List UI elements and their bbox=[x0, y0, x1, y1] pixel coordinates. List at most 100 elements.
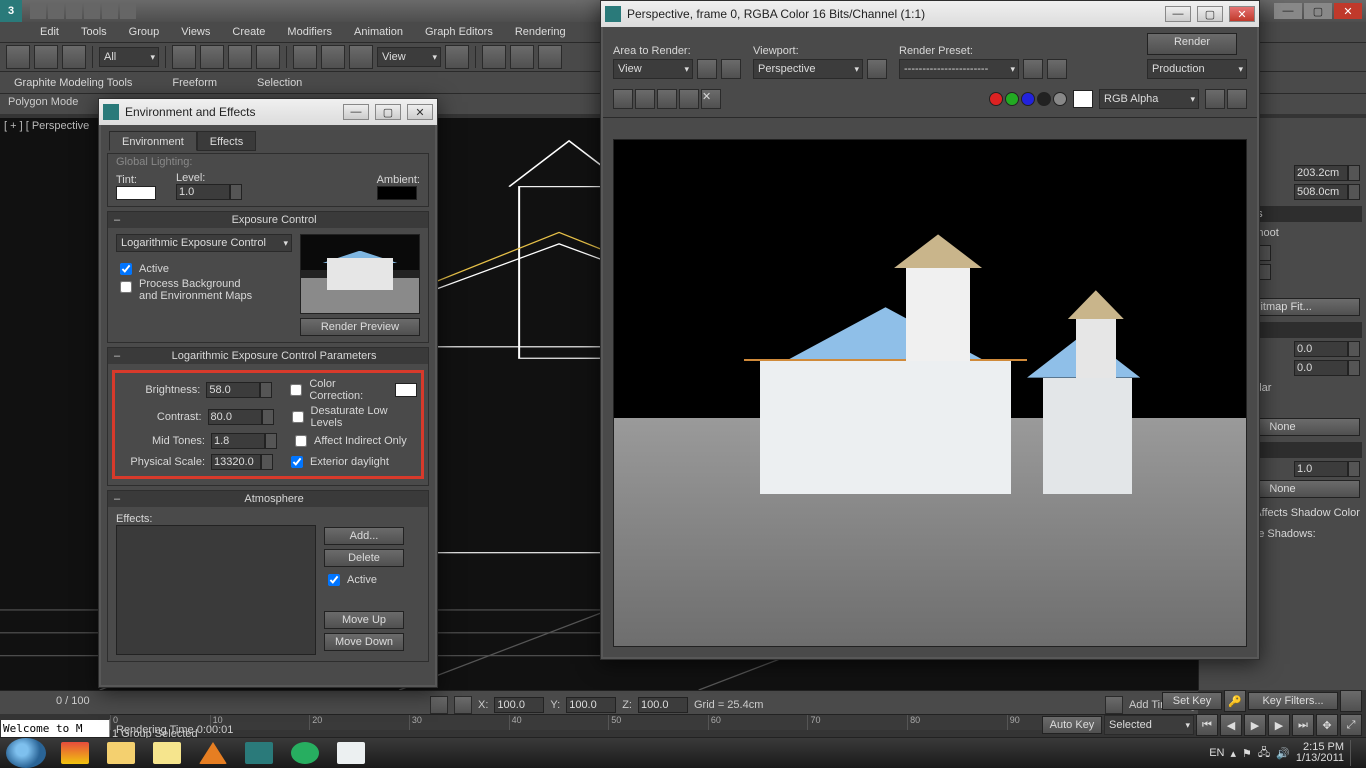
select-name-icon[interactable] bbox=[200, 45, 224, 69]
angle-snap-icon[interactable] bbox=[538, 45, 562, 69]
chk-exposure-active[interactable] bbox=[120, 263, 132, 275]
spinner-icon[interactable] bbox=[260, 382, 272, 398]
show-desktop-button[interactable] bbox=[1350, 740, 1358, 766]
ribbon-tab-selection[interactable]: Selection bbox=[257, 77, 302, 89]
tray-chevron-icon[interactable]: ▴ bbox=[1231, 747, 1237, 760]
rollup-atmosphere[interactable]: Atmosphere bbox=[108, 491, 428, 507]
menu-group[interactable]: Group bbox=[129, 26, 160, 38]
selection-filter-dropdown[interactable]: All bbox=[99, 47, 159, 67]
clone-window-icon[interactable] bbox=[657, 89, 677, 109]
spinner-icon[interactable] bbox=[1348, 341, 1360, 357]
task-3dsmax-icon[interactable] bbox=[236, 740, 282, 766]
rollup-exposure-control[interactable]: Exposure Control bbox=[108, 212, 428, 228]
coord-z[interactable] bbox=[638, 697, 688, 713]
task-explorer-icon[interactable] bbox=[98, 740, 144, 766]
move-icon[interactable] bbox=[293, 45, 317, 69]
qat-save-icon[interactable] bbox=[66, 3, 82, 19]
keymode-dropdown[interactable]: Selected bbox=[1104, 715, 1194, 735]
tab-environment[interactable]: Environment bbox=[109, 131, 197, 151]
qat-redo-icon[interactable] bbox=[102, 3, 118, 19]
app-close-icon[interactable]: ✕ bbox=[1334, 3, 1362, 19]
level-field[interactable] bbox=[176, 184, 230, 200]
tab-effects[interactable]: Effects bbox=[197, 131, 256, 151]
atm-movedown-button[interactable]: Move Down bbox=[324, 633, 404, 651]
render-canvas[interactable] bbox=[613, 139, 1247, 647]
coord-x[interactable] bbox=[494, 697, 544, 713]
timetag-icon[interactable] bbox=[1105, 696, 1123, 714]
key-icon[interactable]: 🔑 bbox=[1224, 690, 1246, 712]
channel-green-icon[interactable] bbox=[1005, 92, 1019, 106]
print-image-icon[interactable] bbox=[679, 89, 699, 109]
task-chrome-icon[interactable] bbox=[52, 740, 98, 766]
save-image-icon[interactable] bbox=[613, 89, 633, 109]
region-edit-icon[interactable] bbox=[697, 59, 717, 79]
atm-delete-button[interactable]: Delete bbox=[324, 549, 404, 567]
env-close-icon[interactable]: ✕ bbox=[407, 104, 433, 120]
start-field[interactable] bbox=[1294, 165, 1348, 181]
spinner-icon[interactable] bbox=[1348, 165, 1360, 181]
ss-field[interactable] bbox=[1294, 341, 1348, 357]
channel-alpha-icon[interactable] bbox=[1037, 92, 1051, 106]
rotate-icon[interactable] bbox=[321, 45, 345, 69]
env-minimize-icon[interactable]: — bbox=[343, 104, 369, 120]
window-crossing-icon[interactable] bbox=[256, 45, 280, 69]
select-manip-icon[interactable] bbox=[482, 45, 506, 69]
start-button-icon[interactable] bbox=[6, 738, 46, 768]
atmosphere-effects-list[interactable] bbox=[116, 525, 316, 655]
menu-create[interactable]: Create bbox=[232, 26, 265, 38]
absolute-icon[interactable] bbox=[454, 696, 472, 714]
area-to-render-dropdown[interactable]: View bbox=[613, 59, 693, 79]
color-corr-swatch[interactable] bbox=[395, 383, 417, 397]
spinner-icon[interactable] bbox=[265, 433, 277, 449]
set-key-button[interactable]: Set Key bbox=[1162, 692, 1222, 710]
qat-undo-icon[interactable] bbox=[84, 3, 100, 19]
chk-exterior-daylight[interactable] bbox=[291, 456, 303, 468]
task-paint-icon[interactable] bbox=[328, 740, 374, 766]
midtones-field[interactable] bbox=[211, 433, 265, 449]
end-field[interactable] bbox=[1294, 184, 1348, 200]
auto-key-button[interactable]: Auto Key bbox=[1042, 716, 1102, 734]
atm-moveup-button[interactable]: Move Up bbox=[324, 611, 404, 629]
menu-tools[interactable]: Tools bbox=[81, 26, 107, 38]
task-utorrent-icon[interactable] bbox=[282, 740, 328, 766]
render-button[interactable]: Render bbox=[1147, 33, 1237, 55]
copy-image-icon[interactable] bbox=[635, 89, 655, 109]
select-region-icon[interactable] bbox=[228, 45, 252, 69]
chk-affect-indirect[interactable] bbox=[295, 435, 307, 447]
play-icon[interactable]: ▶ bbox=[1244, 714, 1266, 736]
nav-pan-icon[interactable]: ✥ bbox=[1316, 714, 1338, 736]
environ-dialog-icon[interactable] bbox=[1047, 59, 1067, 79]
spinner-icon[interactable] bbox=[230, 184, 242, 200]
select-icon[interactable] bbox=[172, 45, 196, 69]
app-maximize-icon[interactable]: ▢ bbox=[1304, 3, 1332, 19]
qat-open-icon[interactable] bbox=[48, 3, 64, 19]
exposure-method-dropdown[interactable]: Logarithmic Exposure Control bbox=[116, 234, 292, 252]
overlay-toggle-icon[interactable] bbox=[1205, 89, 1225, 109]
channel-red-icon[interactable] bbox=[989, 92, 1003, 106]
ribbon-tab-freeform[interactable]: Freeform bbox=[172, 77, 217, 89]
menu-views[interactable]: Views bbox=[181, 26, 210, 38]
menu-rendering[interactable]: Rendering bbox=[515, 26, 566, 38]
spinner-icon[interactable] bbox=[1348, 184, 1360, 200]
render-close-icon[interactable]: ✕ bbox=[1229, 6, 1255, 22]
tray-network-icon[interactable]: 🖧 bbox=[1258, 744, 1270, 763]
spinner-icon[interactable] bbox=[261, 454, 273, 470]
maxscript-prompt[interactable]: Welcome to M bbox=[0, 719, 110, 738]
render-titlebar[interactable]: Perspective, frame 0, RGBA Color 16 Bits… bbox=[601, 1, 1259, 27]
channel-dropdown[interactable]: RGB Alpha bbox=[1099, 89, 1199, 109]
qat-more-icon[interactable] bbox=[120, 3, 136, 19]
chk-color-correction[interactable] bbox=[290, 384, 302, 396]
spinner-icon[interactable] bbox=[1259, 245, 1271, 261]
tray-clock[interactable]: 2:15 PM 1/13/2011 bbox=[1296, 742, 1344, 764]
app-minimize-icon[interactable]: — bbox=[1274, 3, 1302, 19]
nav-zoom-icon[interactable]: ⤢ bbox=[1340, 714, 1362, 736]
task-sticky-icon[interactable] bbox=[144, 740, 190, 766]
tray-lang[interactable]: EN bbox=[1209, 747, 1224, 759]
link-icon[interactable] bbox=[62, 45, 86, 69]
tray-volume-icon[interactable]: 🔊 bbox=[1276, 747, 1290, 760]
goto-end-icon[interactable]: ⏭ bbox=[1292, 714, 1314, 736]
spinner-icon[interactable] bbox=[262, 409, 274, 425]
menu-grapheditors[interactable]: Graph Editors bbox=[425, 26, 493, 38]
menu-animation[interactable]: Animation bbox=[354, 26, 403, 38]
app-logo-icon[interactable]: 3 bbox=[0, 0, 22, 22]
